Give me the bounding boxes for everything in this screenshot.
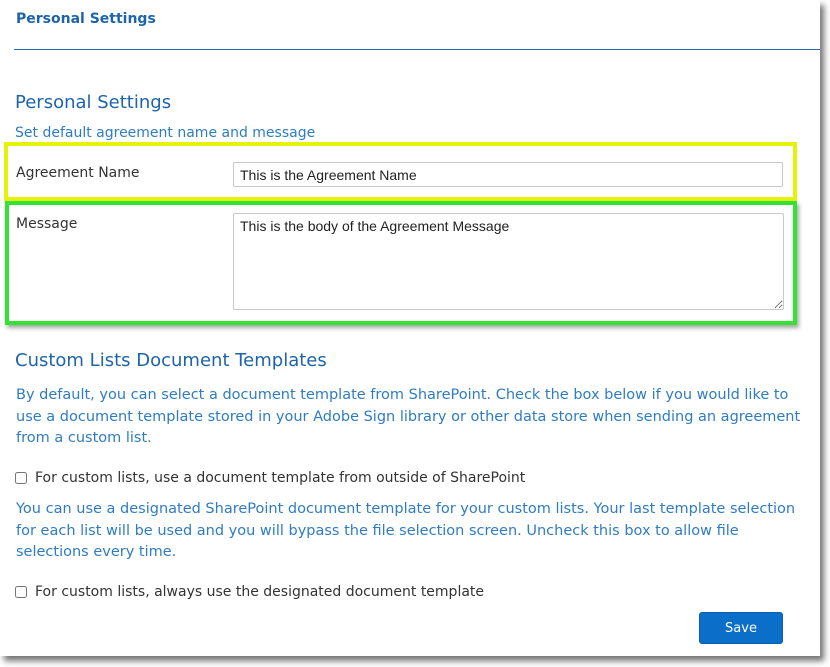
settings-panel: Personal Settings Personal Settings Set … xyxy=(0,0,820,656)
designated-template-description: You can use a designated SharePoint docu… xyxy=(16,501,796,560)
custom-lists-description: By default, you can select a document te… xyxy=(16,387,801,446)
designated-template-option[interactable]: For custom lists, always use the designa… xyxy=(15,583,484,601)
agreement-name-label: Agreement Name xyxy=(16,165,140,181)
personal-settings-heading: Personal Settings xyxy=(15,92,172,113)
outside-template-option[interactable]: For custom lists, use a document templat… xyxy=(15,469,525,487)
personal-settings-subtitle: Set default agreement name and message xyxy=(15,125,316,141)
agreement-name-input[interactable] xyxy=(233,162,783,187)
save-button[interactable]: Save xyxy=(699,612,783,644)
header-title: Personal Settings xyxy=(16,11,156,27)
designated-template-checkbox[interactable] xyxy=(15,586,27,598)
header-divider xyxy=(14,49,820,50)
outside-template-checkbox[interactable] xyxy=(15,472,27,484)
designated-template-label: For custom lists, always use the designa… xyxy=(35,584,485,600)
message-textarea[interactable]: This is the body of the Agreement Messag… xyxy=(233,213,784,310)
custom-lists-heading: Custom Lists Document Templates xyxy=(15,350,327,371)
message-label: Message xyxy=(16,216,78,232)
outside-template-label: For custom lists, use a document templat… xyxy=(35,470,526,486)
